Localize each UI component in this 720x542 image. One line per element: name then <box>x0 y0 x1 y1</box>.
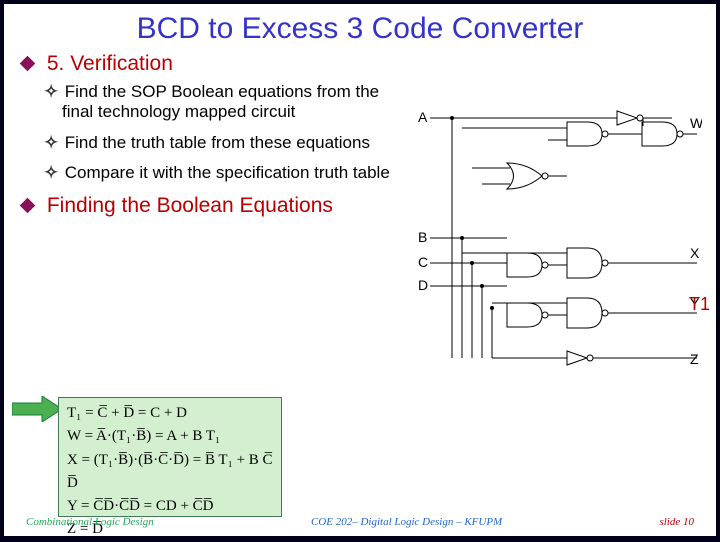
bullet-sop-text: Find the SOP Boolean equations from the … <box>62 82 379 121</box>
footer-left: Combinational Logic Design <box>26 516 154 528</box>
label-T1: T1 <box>689 294 710 315</box>
slide-footer: Combinational Logic Design COE 202– Digi… <box>4 516 716 528</box>
circuit-diagram: A B C D <box>412 108 702 368</box>
eq-w: W = A̅·(T₁·B̅) = A + B T₁ <box>67 425 273 448</box>
label-A: A <box>418 109 428 125</box>
section-verification-label: 5. Verification <box>47 52 173 75</box>
diamond-bullet-icon <box>20 197 36 213</box>
bullet-icon: ✧ <box>44 163 54 183</box>
section-verification: 5. Verification <box>22 52 698 76</box>
footer-right: slide 10 <box>659 516 694 528</box>
eq-x: X = (T₁·B̅)·(B̅·C̅·D̅) = B̅ T₁ + B C̅ D̅ <box>67 449 273 496</box>
label-Z: Z <box>690 351 699 367</box>
footer-mid: COE 202– Digital Logic Design – KFUPM <box>311 516 502 528</box>
bullet-compare-text: Compare it with the specification truth … <box>65 163 390 182</box>
label-W: W <box>690 115 702 131</box>
slide-title: BCD to Excess 3 Code Converter <box>4 12 716 46</box>
label-B: B <box>418 229 427 245</box>
bullet-truth-text: Find the truth table from these equation… <box>65 133 370 152</box>
section-equations-label: Finding the Boolean Equations <box>47 194 333 217</box>
eq-y: Y = C̅D̅·C̅D̅ = CD + C̅D̅ <box>67 495 273 518</box>
equations-box: T₁ = C̅ + D̅ = C + D W = A̅·(T₁·B̅) = A … <box>58 397 282 517</box>
bullet-icon: ✧ <box>44 133 54 153</box>
bullet-truth: ✧ Find the truth table from these equati… <box>62 133 392 153</box>
diamond-bullet-icon <box>20 56 36 72</box>
label-X: X <box>690 245 700 261</box>
bullet-icon: ✧ <box>44 82 54 102</box>
green-arrow-icon <box>12 396 62 422</box>
label-C: C <box>418 254 428 270</box>
label-D: D <box>418 277 428 293</box>
bullet-compare: ✧ Compare it with the specification trut… <box>62 163 392 183</box>
bullet-sop: ✧ Find the SOP Boolean equations from th… <box>62 82 392 123</box>
eq-t1: T₁ = C̅ + D̅ = C + D <box>67 402 273 425</box>
